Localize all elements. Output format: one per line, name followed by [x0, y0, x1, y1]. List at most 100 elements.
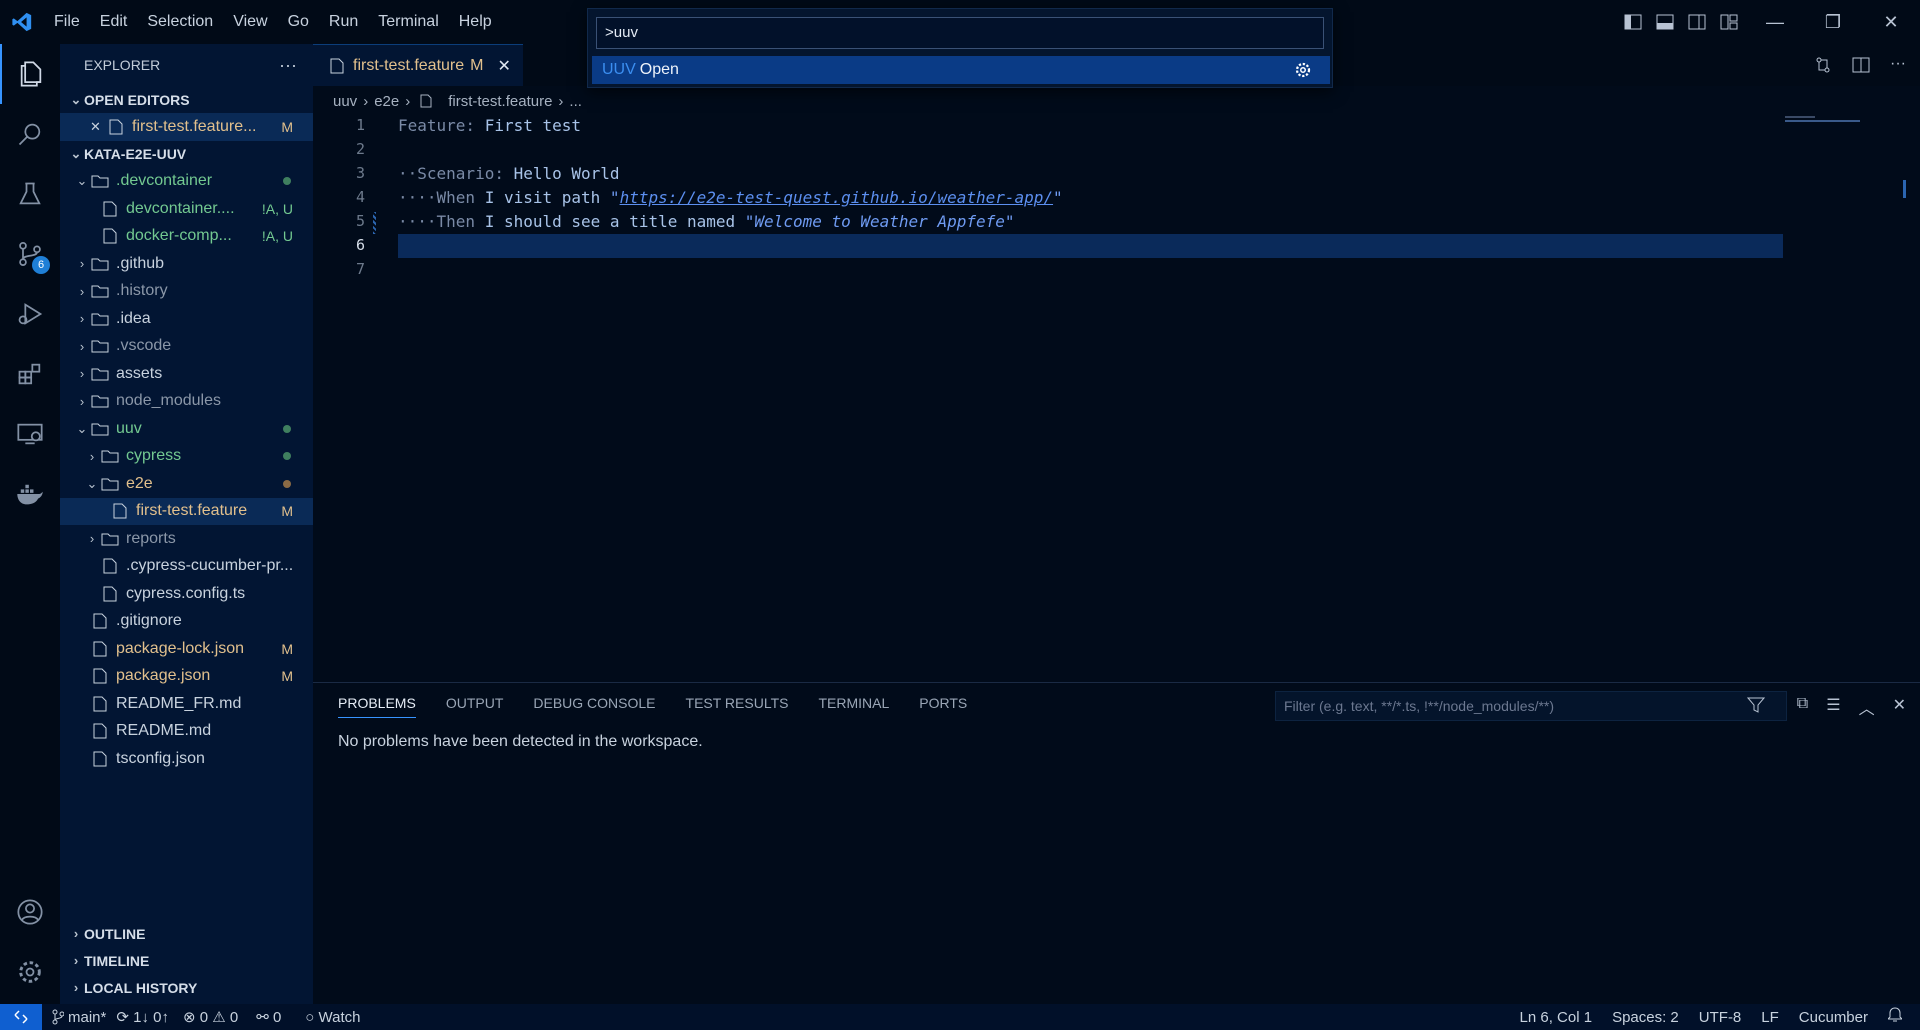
customize-layout-icon[interactable] — [1720, 14, 1738, 30]
tree-folder-item[interactable]: › assets — [60, 360, 313, 388]
menu-help[interactable]: Help — [449, 0, 502, 44]
tree-file-item[interactable]: tsconfig.json — [60, 745, 313, 773]
tab-first-test-feature[interactable]: first-test.feature M ✕ — [313, 44, 523, 86]
open-editors-section[interactable]: ⌄ OPEN EDITORS — [60, 86, 313, 113]
end-of-line[interactable]: LF — [1761, 1009, 1779, 1026]
encoding[interactable]: UTF-8 — [1699, 1009, 1742, 1026]
command-palette-input[interactable]: >uuv — [596, 17, 1324, 49]
breadcrumb-file[interactable]: first-test.feature — [448, 93, 552, 110]
menu-view[interactable]: View — [223, 0, 277, 44]
close-window-icon[interactable]: ✕ — [1862, 0, 1920, 44]
explorer-icon[interactable] — [0, 44, 60, 104]
tree-file-item[interactable]: README_FR.md — [60, 690, 313, 718]
view-as-list-icon[interactable]: ☰ — [1826, 695, 1840, 719]
tree-folder-item[interactable]: › .vscode — [60, 333, 313, 361]
filter-icon[interactable] — [1746, 696, 1766, 719]
breadcrumb-e2e[interactable]: e2e — [374, 93, 399, 110]
tree-file-item[interactable]: .cypress-cucumber-pr... — [60, 553, 313, 581]
remote-indicator-icon[interactable] — [0, 1004, 42, 1030]
open-editor-item[interactable]: ✕ first-test.feature... M — [60, 113, 313, 141]
configure-keybinding-gear-icon[interactable] — [1294, 61, 1312, 84]
docker-icon[interactable] — [0, 464, 60, 524]
tree-folder-item[interactable]: › .github — [60, 250, 313, 278]
testing-icon[interactable] — [0, 164, 60, 224]
manage-gear-icon[interactable] — [0, 942, 60, 1002]
toggle-primary-sidebar-icon[interactable] — [1624, 14, 1642, 30]
tree-file-item[interactable]: package-lock.json M — [60, 635, 313, 663]
accounts-icon[interactable] — [0, 882, 60, 942]
split-editor-icon[interactable] — [1852, 56, 1870, 74]
notifications-bell-icon[interactable] — [1886, 1007, 1904, 1027]
minimize-icon[interactable]: — — [1746, 0, 1804, 44]
tree-folder-item[interactable]: ⌄ .devcontainer — [60, 168, 313, 196]
remote-explorer-icon[interactable] — [0, 404, 60, 464]
menu-go[interactable]: Go — [278, 0, 319, 44]
tree-folder-item[interactable]: ⌄ e2e — [60, 470, 313, 498]
tree-folder-item[interactable]: › .history — [60, 278, 313, 306]
tab-test-results[interactable]: TEST RESULTS — [686, 695, 789, 718]
tree-file-item[interactable]: first-test.feature M — [60, 497, 313, 525]
tree-folder-item[interactable]: › cypress — [60, 443, 313, 471]
code-line-3: ··Scenario: Hello World — [398, 164, 620, 183]
command-palette-item[interactable]: UUV Open — [592, 56, 1330, 84]
tab-terminal[interactable]: TERMINAL — [818, 695, 889, 718]
menu-edit[interactable]: Edit — [90, 0, 138, 44]
timeline-section[interactable]: › TIMELINE — [60, 947, 313, 974]
tab-problems[interactable]: PROBLEMS — [338, 695, 416, 718]
minimap[interactable] — [1785, 116, 1865, 124]
run-debug-icon[interactable] — [0, 284, 60, 344]
tree-item-name: reports — [126, 529, 176, 547]
maximize-panel-icon[interactable]: ︿ — [1859, 695, 1875, 719]
toggle-panel-icon[interactable] — [1656, 14, 1674, 30]
watch-item[interactable]: ○ Watch — [305, 1009, 360, 1026]
collapse-all-icon[interactable]: ⧉ — [1797, 695, 1808, 719]
language-mode[interactable]: Cucumber — [1799, 1009, 1868, 1026]
code-editor[interactable]: 1 2 3 4 5 6 7 Feature: First test ··Scen… — [313, 112, 1906, 682]
open-changes-icon[interactable] — [1814, 56, 1832, 74]
local-history-section[interactable]: › LOCAL HISTORY — [60, 974, 313, 1001]
branch-item[interactable]: main* — [52, 1009, 106, 1026]
problems-item[interactable]: ⊗ 0 ⚠ 0 — [183, 1008, 238, 1026]
problems-filter-input[interactable]: Filter (e.g. text, **/*.ts, !**/node_mod… — [1275, 691, 1787, 721]
cursor-position[interactable]: Ln 6, Col 1 — [1520, 1009, 1593, 1026]
tree-folder-item[interactable]: › reports — [60, 525, 313, 553]
menu-file[interactable]: File — [44, 0, 90, 44]
outline-section[interactable]: › OUTLINE — [60, 920, 313, 947]
menu-selection[interactable]: Selection — [137, 0, 223, 44]
indentation[interactable]: Spaces: 2 — [1612, 1009, 1679, 1026]
tree-file-item[interactable]: cypress.config.ts — [60, 580, 313, 608]
ports-item[interactable]: ⚯ 0 — [256, 1008, 281, 1026]
tab-debug-console[interactable]: DEBUG CONSOLE — [533, 695, 655, 718]
close-editor-icon[interactable]: ✕ — [90, 119, 106, 135]
breadcrumb-symbol[interactable]: ... — [569, 93, 582, 110]
tab-output[interactable]: OUTPUT — [446, 695, 504, 718]
tree-folder-item[interactable]: › node_modules — [60, 388, 313, 416]
project-section[interactable]: ⌄ KATA-E2E-UUV — [60, 141, 313, 168]
current-line-highlight — [398, 234, 1783, 258]
tree-file-item[interactable]: package.json M — [60, 663, 313, 691]
tree-file-item[interactable]: devcontainer.... !A, U — [60, 195, 313, 223]
tree-folder-item[interactable]: ⌄ uuv — [60, 415, 313, 443]
tab-ports[interactable]: PORTS — [919, 695, 967, 718]
toggle-secondary-sidebar-icon[interactable] — [1688, 14, 1706, 30]
search-icon[interactable] — [0, 104, 60, 164]
menu-terminal[interactable]: Terminal — [368, 0, 448, 44]
more-editor-actions-icon[interactable]: ··· — [1890, 56, 1906, 74]
sync-item[interactable]: ⟳ 1↓ 0↑ — [116, 1008, 169, 1026]
close-tab-icon[interactable]: ✕ — [497, 56, 510, 76]
extensions-icon[interactable] — [0, 344, 60, 404]
tab-label: first-test.feature — [353, 56, 465, 74]
menu-run[interactable]: Run — [319, 0, 368, 44]
tree-file-item[interactable]: docker-comp... !A, U — [60, 223, 313, 251]
tree-item-name: devcontainer.... — [126, 199, 235, 217]
source-control-icon[interactable]: 6 — [0, 224, 60, 284]
restore-icon[interactable]: ❐ — [1804, 0, 1862, 44]
breadcrumb-uuv[interactable]: uuv — [333, 93, 357, 110]
tree-file-item[interactable]: README.md — [60, 718, 313, 746]
local-history-label: LOCAL HISTORY — [84, 979, 198, 996]
tree-file-item[interactable]: .gitignore — [60, 608, 313, 636]
file-tree: ⌄ .devcontainer devcontainer.... !A, Udocke… — [60, 168, 313, 773]
more-actions-icon[interactable]: ··· — [279, 55, 297, 76]
close-panel-icon[interactable]: ✕ — [1893, 695, 1906, 719]
tree-folder-item[interactable]: › .idea — [60, 305, 313, 333]
